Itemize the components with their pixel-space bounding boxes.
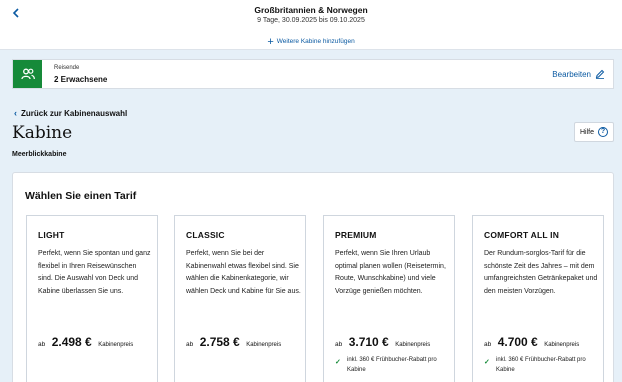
price-amount: 2.758 € [199, 335, 240, 349]
price-amount: 4.700 € [497, 335, 538, 349]
tariff-price: ab 2.498 € Kabinenpreis [38, 333, 133, 351]
chevron-left-icon: ‹ [14, 108, 17, 118]
back-link-label: Zurück zur Kabinenauswahl [21, 109, 128, 118]
group-icon [13, 60, 42, 88]
check-icon: ✓ [335, 359, 341, 366]
price-prefix: ab [38, 341, 46, 348]
price-amount: 2.498 € [51, 335, 92, 349]
plus-icon: + [267, 36, 274, 48]
tariff-name: PREMIUM [335, 230, 377, 240]
tariff-card-comfort-all-in[interactable]: COMFORT ALL IN Der Rundum-sorglos-Tarif … [472, 215, 604, 382]
check-icon: ✓ [484, 359, 490, 366]
price-unit: Kabinenpreis [395, 342, 431, 348]
trip-header: Großbritannien & Norwegen 9 Tage, 30.09.… [0, 0, 622, 50]
tariff-price: ab 2.758 € Kabinenpreis [186, 333, 281, 351]
tariff-card-classic[interactable]: CLASSIC Perfekt, wenn Sie bei der Kabine… [174, 215, 306, 382]
price-unit: Kabinenpreis [98, 342, 134, 348]
price-amount: 3.710 € [348, 335, 389, 349]
pencil-icon [595, 69, 605, 79]
tariff-description: Perfekt, wenn Sie bei der Kabinenwahl et… [186, 250, 301, 295]
tariff-description: Der Rundum-sorglos-Tarif für die schönst… [484, 250, 598, 295]
tariff-name: COMFORT ALL IN [484, 230, 560, 240]
price-prefix: ab [484, 341, 492, 348]
cabin-subtitle: Meerblickkabine [12, 151, 67, 158]
tariff-benefit: ✓ inkl. 360 € Frühbucher-Rabatt pro Kabi… [484, 355, 599, 375]
travellers-value: 2 Erwachsene [54, 75, 108, 84]
tariff-price: ab 4.700 € Kabinenpreis [484, 333, 579, 351]
tariff-name: LIGHT [38, 230, 65, 240]
tariff-description: Perfekt, wenn Sie Ihren Urlaub optimal p… [335, 250, 446, 295]
travellers-bar: Reisende 2 Erwachsene Bearbeiten [12, 59, 614, 89]
price-prefix: ab [186, 341, 194, 348]
add-cabin-label: Weitere Kabine hinzufügen [276, 38, 355, 45]
tariff-benefit: ✓ inkl. 360 € Frühbucher-Rabatt pro Kabi… [335, 355, 450, 375]
tariff-description: Perfekt, wenn Sie spontan und ganz flexi… [38, 250, 151, 295]
tariff-card-premium[interactable]: PREMIUM Perfekt, wenn Sie Ihren Urlaub o… [323, 215, 455, 382]
benefit-text: inkl. 360 € Frühbucher-Rabatt pro Kabine [347, 357, 437, 373]
tariff-panel: Wählen Sie einen Tarif LIGHT Perfekt, we… [12, 172, 614, 382]
tariff-name: CLASSIC [186, 230, 225, 240]
price-unit: Kabinenpreis [544, 342, 580, 348]
price-unit: Kabinenpreis [246, 342, 282, 348]
help-label: Hilfe [579, 128, 594, 136]
tariff-card-light[interactable]: LIGHT Perfekt, wenn Sie spontan und ganz… [26, 215, 158, 382]
help-icon: ? [598, 127, 608, 137]
trip-dates: 9 Tage, 30.09.2025 bis 09.10.2025 [257, 17, 365, 24]
benefit-text: inkl. 360 € Frühbucher-Rabatt pro Kabine [496, 357, 586, 373]
price-prefix: ab [335, 341, 343, 348]
add-cabin-button[interactable]: + Weitere Kabine hinzufügen [0, 36, 622, 48]
back-to-cabin-selection-link[interactable]: ‹ Zurück zur Kabinenauswahl [14, 108, 127, 118]
tariff-price: ab 3.710 € Kabinenpreis [335, 333, 430, 351]
trip-title: Großbritannien & Norwegen [254, 5, 368, 15]
page-title: Kabine [12, 123, 73, 143]
help-button[interactable]: Hilfe ? [574, 122, 614, 142]
tariff-heading: Wählen Sie einen Tarif [25, 190, 137, 202]
travellers-label: Reisende [54, 65, 80, 71]
edit-travellers-button[interactable]: Bearbeiten [552, 69, 605, 79]
edit-label: Bearbeiten [552, 69, 591, 79]
